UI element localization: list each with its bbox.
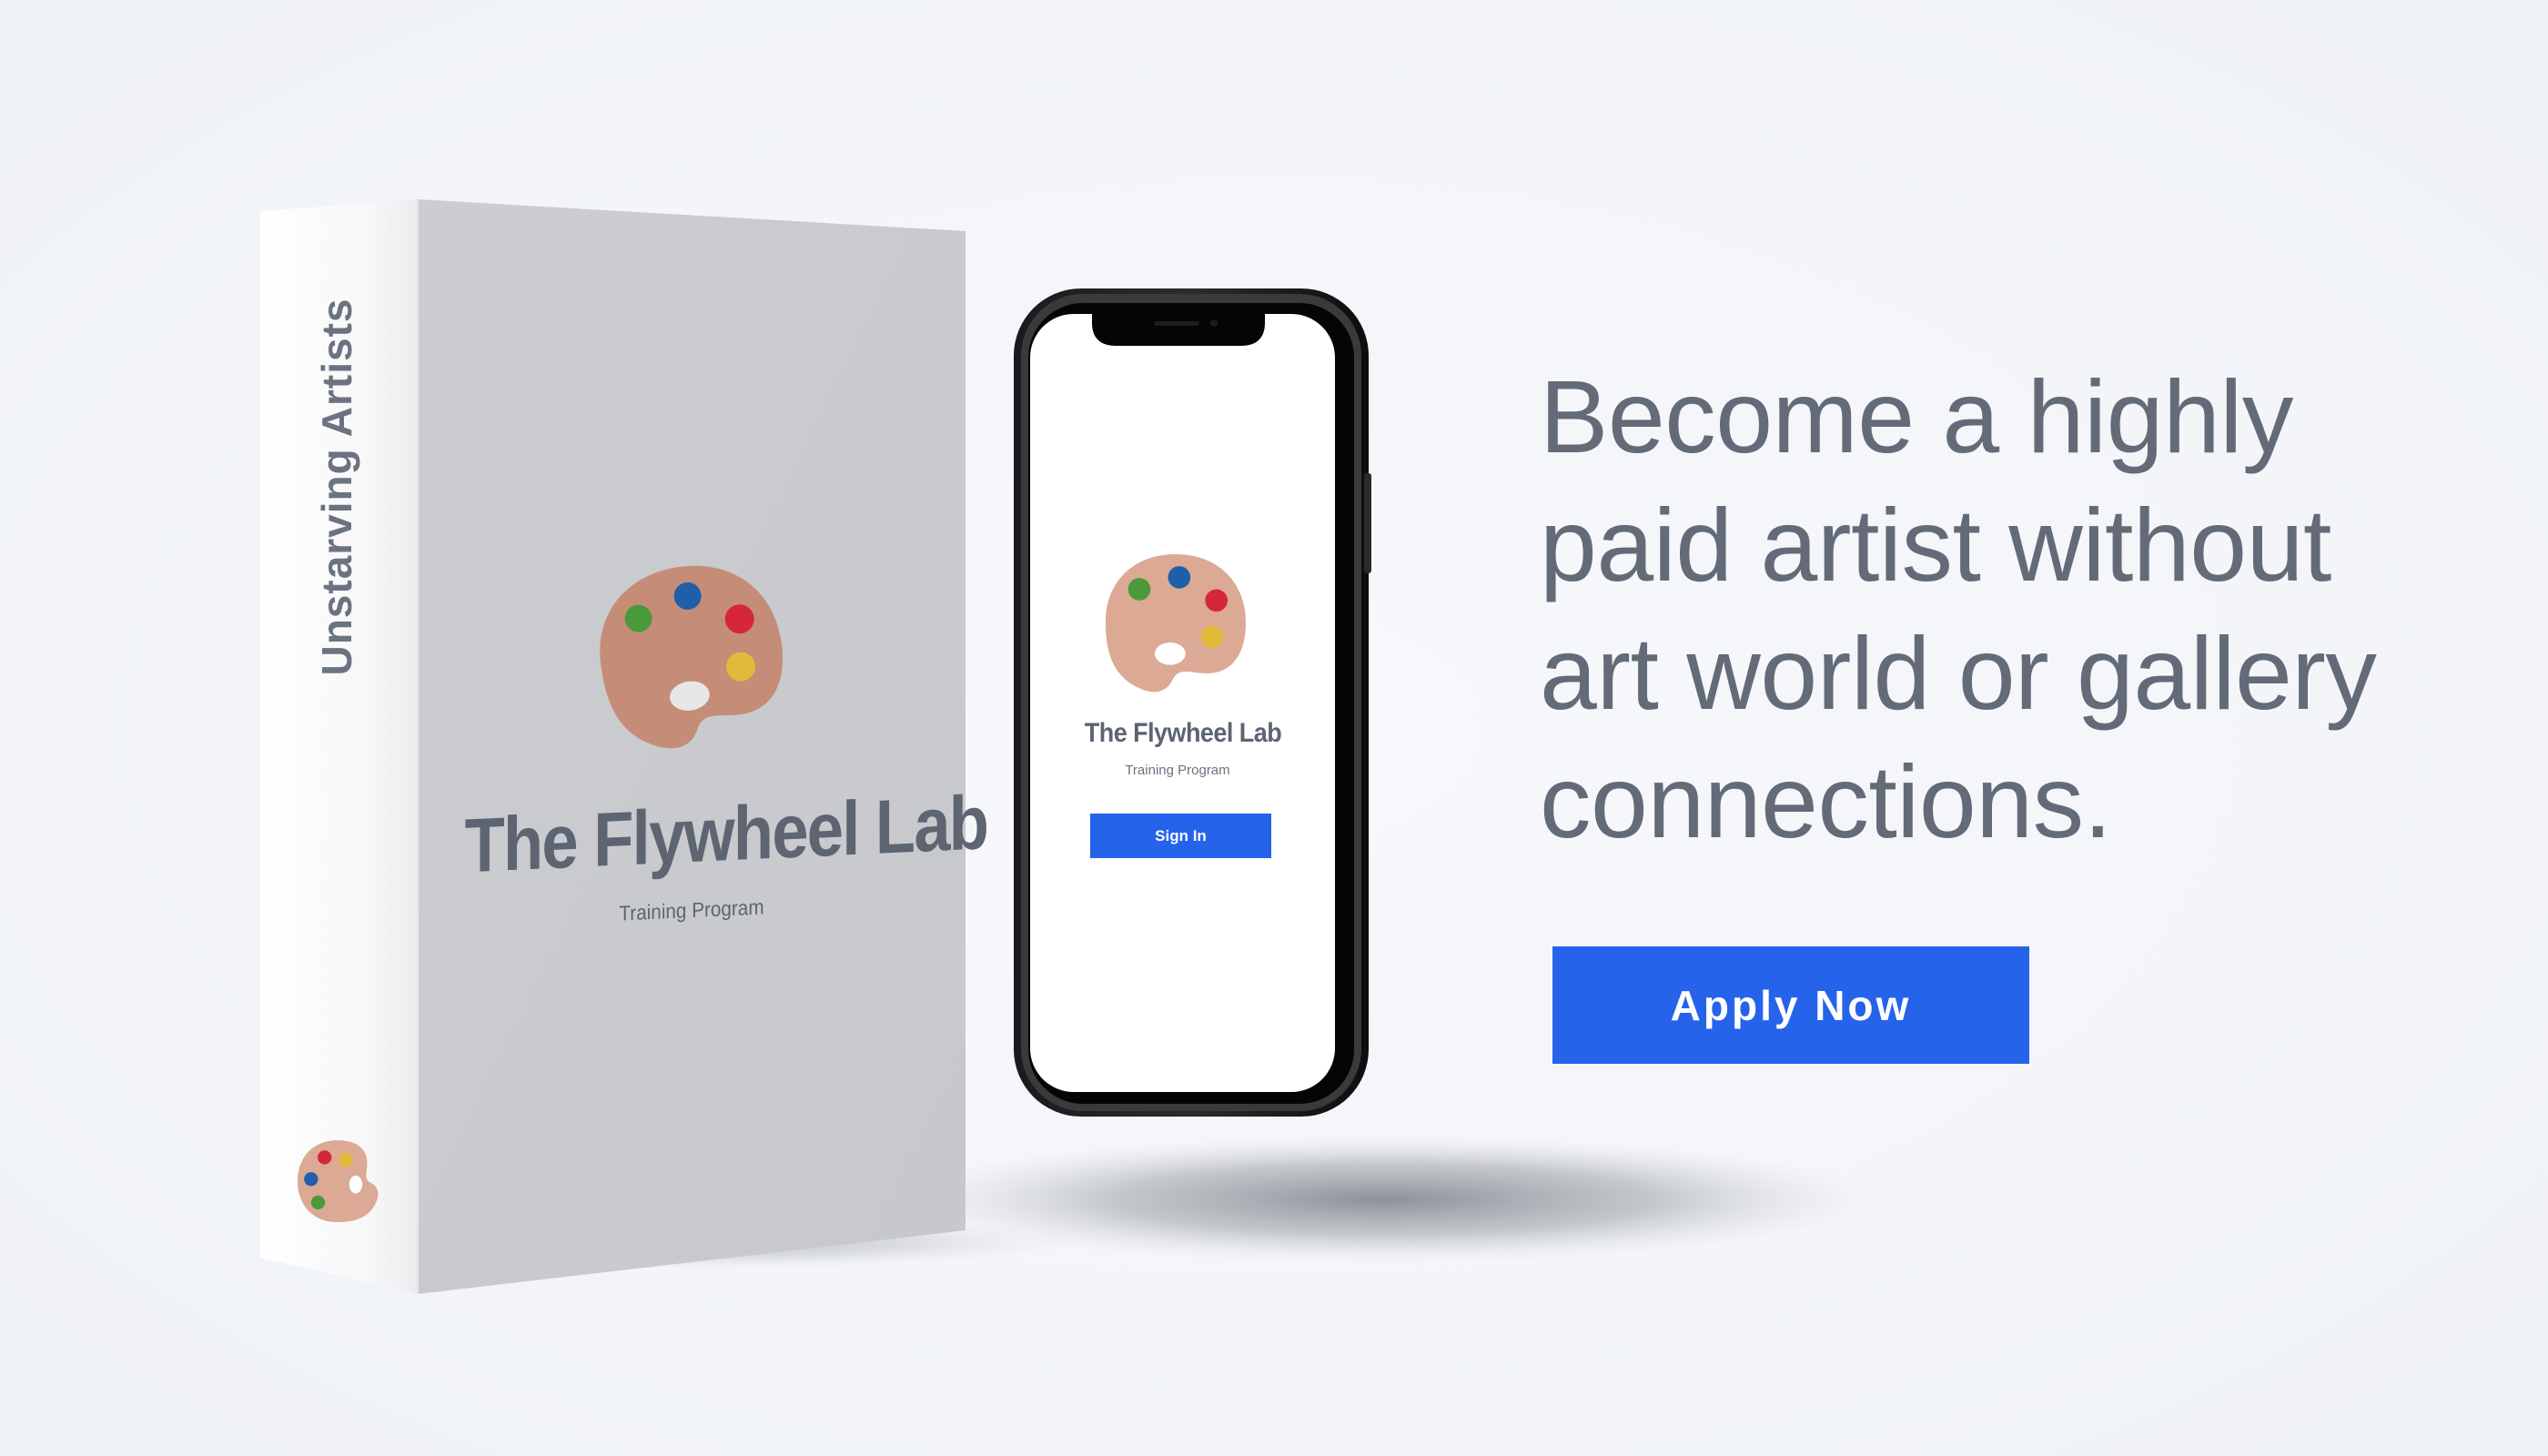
box-front	[418, 199, 966, 1294]
box-spine-label: Unstarving Artists	[313, 298, 360, 676]
phone-mockup	[1014, 288, 1371, 1117]
hero-headline: Become a highly paid artist without art …	[1540, 359, 2377, 859]
apply-now-button[interactable]: Apply Now	[1552, 946, 2029, 1064]
phone-sign-in-button[interactable]: Sign In	[1090, 814, 1271, 858]
phone-app-title: The Flywheel Lab	[1084, 718, 1282, 748]
phone-app-subtitle: Training Program	[1125, 763, 1230, 778]
